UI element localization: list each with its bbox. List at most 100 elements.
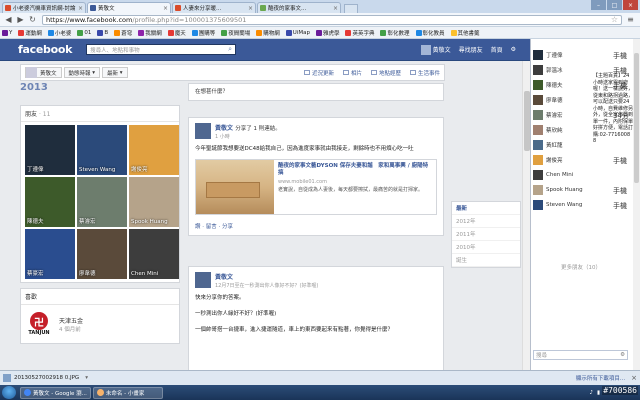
chat-friend-row[interactable]: 謝俊亮 [533, 152, 593, 167]
browser-tab[interactable]: 小老婆汽機車資訊網-討論 × [2, 2, 86, 13]
url-field[interactable]: https://www.facebook.com/profile.php?id=… [42, 14, 622, 25]
nav-home-link[interactable]: 首頁 [491, 45, 503, 54]
friend-tile[interactable]: 蔡豪宏 [25, 229, 75, 279]
shared-link-card[interactable]: 酷夜的家事文藝DYSON 保存夫妻和諧 家和萬事興 / 廚陽特搞 www.mob… [195, 159, 437, 215]
bookmark-item[interactable]: 小老婆 [47, 29, 71, 37]
bookmark-item[interactable]: UiMap [285, 29, 310, 36]
show-all-downloads-link[interactable]: 顯示所有下載項目... [576, 374, 625, 382]
tab-life-events[interactable]: 生活事件 [409, 69, 440, 77]
bookmark-item[interactable]: 我關網 [138, 29, 162, 37]
friend-tile[interactable]: 陳德夫 [25, 177, 75, 227]
bookmark-item[interactable]: 01 [77, 29, 91, 36]
browser-tab-active[interactable]: 黃敬文 × [87, 2, 171, 13]
friend-tile[interactable]: Spook Huang [129, 177, 179, 227]
bookmark-star-icon[interactable]: ☆ [611, 15, 618, 24]
year-nav-item[interactable]: 誕生 [452, 254, 520, 267]
facebook-search-input[interactable]: 搜尋人、地點和事物 ⌕ [86, 44, 237, 55]
link-thumbnail[interactable] [196, 160, 274, 214]
friend-tile[interactable]: 蔡濬宏 [77, 177, 127, 227]
reload-icon[interactable]: ↻ [27, 14, 38, 25]
taskbar-item[interactable]: 未命名 - 小畫家 [92, 386, 163, 399]
friend-tile[interactable]: 丁遵偉 [25, 125, 75, 175]
browser-tab[interactable]: 酷夜的家事文... × [257, 2, 341, 13]
close-window-icon[interactable]: × [623, 0, 638, 10]
bookmark-item[interactable]: 彰化數理 [380, 29, 410, 37]
bookmark-item[interactable]: 購物網 [256, 29, 280, 37]
chat-friend-row[interactable]: Steven Wang [533, 197, 593, 212]
close-icon[interactable]: × [631, 374, 637, 382]
tab-places[interactable]: 地點經歷 [370, 69, 401, 77]
post-author[interactable]: 黃敬文 [215, 125, 233, 132]
chat-scrollbar-thumb[interactable] [634, 53, 639, 183]
chat-friend-row[interactable]: Spook Huang [533, 182, 593, 197]
bookmark-item[interactable]: 彰化教員 [415, 29, 445, 37]
network-icon[interactable]: ▮ [597, 390, 600, 396]
friend-tile[interactable]: Chen Mini [129, 229, 179, 279]
bookmark-item[interactable]: Y [2, 29, 12, 36]
chat-friend-row[interactable]: 丁遵偉 [533, 47, 593, 62]
nav-find-friends-link[interactable]: 尋找朋友 [459, 45, 483, 54]
wrench-menu-icon[interactable]: ≡ [625, 14, 636, 25]
friend-tile[interactable]: 廖韋德 [77, 229, 127, 279]
year-nav-item[interactable]: 2011年 [452, 228, 520, 241]
chat-search-input[interactable]: 搜尋 ⚙ [533, 350, 628, 360]
bookmark-item[interactable]: 魔天 [167, 29, 186, 37]
chat-settings-gear-icon[interactable]: ⚙ [620, 352, 625, 358]
tab-close-icon[interactable]: × [78, 5, 83, 12]
nav-profile-link[interactable]: 黃敬文 [420, 44, 451, 55]
chat-friend-row[interactable]: Chen Mini [533, 167, 593, 182]
year-nav-item[interactable]: 2010年 [452, 241, 520, 254]
avatar[interactable] [195, 272, 211, 288]
back-arrow-icon[interactable]: ◀ [3, 14, 14, 25]
link-title[interactable]: 酷夜的家事文藝DYSON 保存夫妻和諧 家和萬事興 / 廚陽特搞 [278, 163, 432, 177]
post-timestamp[interactable]: 12月7日至在一秒測出你人像好不好？(好準喔) [215, 282, 318, 289]
start-orb-icon[interactable] [2, 386, 16, 399]
taskbar-item[interactable]: 黃敬文 - Google 瀏... [20, 386, 91, 399]
settings-gear-icon[interactable]: ⚙ [511, 46, 516, 53]
bookmark-item[interactable]: 英英字典 [345, 29, 374, 37]
chat-scrollbar[interactable] [633, 39, 640, 370]
volume-icon[interactable]: ♪ [589, 390, 593, 396]
liked-page-item[interactable]: 卍 TANJUN 天津五金 4 個月前 [21, 305, 179, 343]
minimize-icon[interactable]: – [591, 0, 606, 10]
tab-close-icon[interactable]: × [333, 5, 338, 12]
tab-photos[interactable]: 相片 [342, 69, 362, 77]
bookmark-item[interactable]: 夜間蘭場 [221, 29, 250, 37]
chat-friend-row[interactable]: 陳德夫 [533, 77, 593, 92]
composer-fragment[interactable]: 在想甚什麼？ [188, 83, 444, 101]
browser-tab[interactable]: 人妻來分享暖... × [172, 2, 256, 13]
timeline-dropdown[interactable]: 動態時報 ▾ [63, 67, 101, 78]
bookmark-item[interactable]: 其他書籤 [450, 29, 480, 37]
post-timestamp[interactable]: 1 小時 [215, 133, 281, 140]
bookmark-item[interactable]: 雅虎學 [315, 29, 339, 37]
profile-name-button[interactable]: 黃敬文 [25, 67, 62, 78]
chevron-down-icon[interactable]: ▾ [85, 375, 88, 381]
chat-friend-row[interactable]: 蔡欣純 [533, 122, 593, 137]
year-nav-item[interactable]: 最新 [452, 202, 520, 215]
chat-friend-row[interactable]: 黃紅龍 [533, 137, 593, 152]
bookmark-item[interactable]: 蒼穹 [114, 29, 132, 37]
more-online-friends-link[interactable]: 更多朋友（10） [531, 263, 631, 271]
year-nav-item[interactable]: 2012年 [452, 215, 520, 228]
friend-tile[interactable]: Steven Wang [77, 125, 127, 175]
download-item[interactable]: 20130527002918 0.JPG ▾ [3, 374, 88, 382]
latest-dropdown[interactable]: 最新 ▾ [102, 67, 128, 78]
chat-friend-row[interactable]: 蔡濬宏 [533, 107, 593, 122]
facebook-logo[interactable]: facebook [18, 43, 72, 56]
tab-status-update[interactable]: 近況更新 [303, 69, 334, 77]
bookmark-item[interactable]: 運動網 [18, 29, 42, 37]
chat-friend-row[interactable]: 廖韋德 [533, 92, 593, 107]
avatar[interactable] [195, 123, 211, 139]
likes-box-header[interactable]: 喜歡 [21, 289, 179, 305]
friend-tile[interactable]: 謝俊亮 [129, 125, 179, 175]
bookmark-item[interactable]: 團購等 [191, 29, 215, 37]
chat-friend-row[interactable]: 郭溫冰 [533, 62, 593, 77]
page-scrollbar[interactable] [522, 61, 530, 370]
bookmark-item[interactable]: B [97, 29, 108, 36]
new-tab-button[interactable] [344, 4, 358, 13]
friends-box-header[interactable]: 朋友 · 11 [21, 106, 179, 122]
forward-arrow-icon[interactable]: ▶ [15, 14, 26, 25]
tab-close-icon[interactable]: × [248, 5, 253, 12]
search-icon[interactable]: ⌕ [228, 45, 232, 54]
post-actions[interactable]: 讚 · 留言 · 分享 [189, 219, 443, 235]
